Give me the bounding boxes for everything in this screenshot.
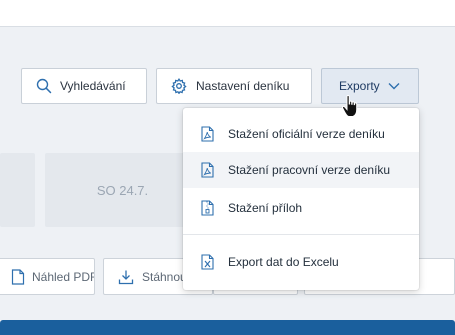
- diary-settings-label: Nastavení deníku: [196, 79, 290, 93]
- excel-file-icon: [201, 254, 214, 270]
- menu-divider: [183, 234, 419, 235]
- diary-settings-button[interactable]: Nastavení deníku: [156, 68, 312, 104]
- menu-item-label: Stažení příloh: [228, 201, 303, 215]
- exports-dropdown-menu: Stažení oficiální verze deníku Stažení p…: [183, 108, 419, 290]
- exports-dropdown-button[interactable]: Exporty: [321, 68, 419, 104]
- day-card-label: SO 24.7.: [96, 182, 149, 198]
- zip-file-icon: [201, 200, 214, 216]
- pdf-preview-label: Náhled PDF: [32, 269, 95, 284]
- menu-item-excel-export[interactable]: Export dat do Excelu: [183, 244, 419, 280]
- top-strip: [0, 0, 455, 26]
- day-card-previous[interactable]: [0, 153, 35, 227]
- menu-item-attachments[interactable]: Stažení příloh: [183, 190, 419, 226]
- menu-item-label: Stažení pracovní verze deníku: [228, 163, 391, 177]
- gear-icon: [171, 78, 187, 94]
- pdf-file-icon: [201, 162, 214, 178]
- hand-cursor-icon: [341, 94, 363, 118]
- download-icon: [118, 269, 134, 285]
- document-icon: [11, 268, 25, 285]
- chevron-down-icon: [388, 82, 400, 90]
- exports-button-label: Exporty: [339, 79, 380, 93]
- download-label: Stáhnou: [142, 269, 187, 284]
- pdf-preview-button[interactable]: Náhled PDF: [0, 258, 95, 295]
- menu-item-official-version[interactable]: Stažení oficiální verze deníku: [183, 116, 419, 152]
- search-button-label: Vyhledávání: [60, 79, 126, 93]
- search-icon: [36, 78, 52, 94]
- menu-item-label: Export dat do Excelu: [228, 255, 339, 269]
- day-card-saturday[interactable]: SO 24.7.: [45, 153, 200, 227]
- menu-item-label: Stažení oficiální verze deníku: [228, 127, 385, 141]
- pdf-file-icon: [201, 126, 214, 142]
- menu-item-working-version[interactable]: Stažení pracovní verze deníku: [183, 152, 419, 188]
- search-button[interactable]: Vyhledávání: [21, 68, 147, 104]
- primary-bottom-bar[interactable]: [0, 320, 455, 335]
